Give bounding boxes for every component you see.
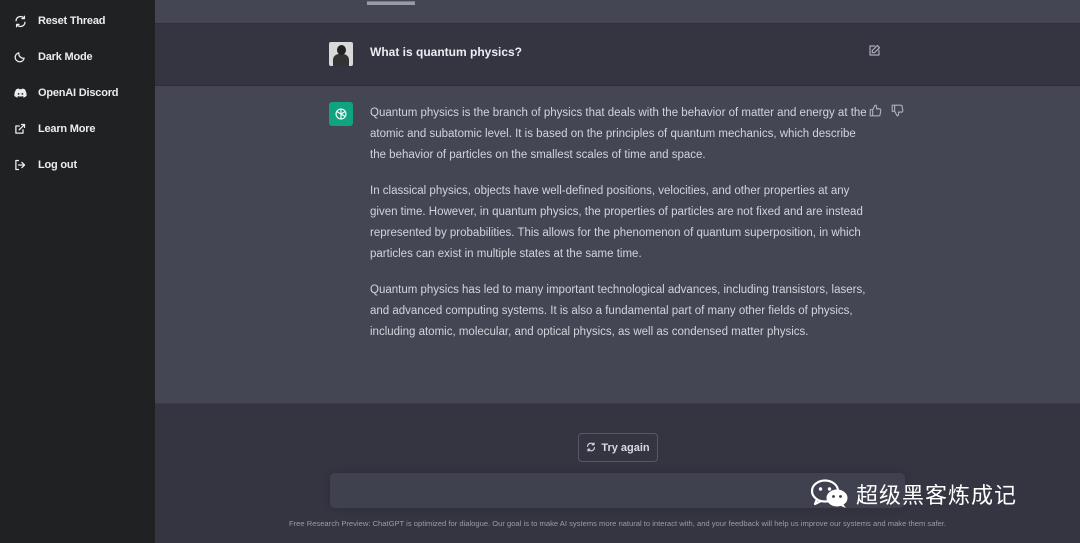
- user-avatar: [329, 42, 353, 66]
- user-message-row: What is quantum physics?: [155, 24, 1080, 86]
- sidebar-item-learn-more[interactable]: Learn More: [13, 119, 95, 139]
- wechat-logo-icon: [810, 478, 850, 510]
- thumbs-down-icon[interactable]: [891, 104, 904, 117]
- sidebar-item-openai-discord[interactable]: OpenAI Discord: [13, 83, 119, 103]
- watermark-text: 超级黑客炼成记: [856, 484, 1018, 509]
- sidebar-item-log-out[interactable]: Log out: [13, 155, 77, 175]
- chat-main: ▬▬▬▬ What is quantum physics? Quantum ph…: [155, 0, 1080, 543]
- footer-disclaimer: Free Research Preview: ChatGPT is optimi…: [288, 519, 946, 528]
- refresh-icon: [586, 439, 596, 457]
- user-message-text: What is quantum physics?: [370, 45, 523, 59]
- previous-message-peek: ▬▬▬▬: [367, 0, 415, 8]
- external-link-icon: [13, 122, 27, 136]
- assistant-message-text: Quantum physics is the branch of physics…: [370, 103, 870, 358]
- try-again-button[interactable]: Try again: [578, 433, 658, 462]
- discord-icon: [13, 86, 27, 100]
- sidebar-item-label: Reset Thread: [38, 15, 106, 27]
- assistant-paragraph: Quantum physics is the branch of physics…: [370, 107, 867, 161]
- sidebar-item-label: Dark Mode: [38, 51, 93, 63]
- sidebar-item-label: Log out: [38, 159, 77, 171]
- assistant-paragraph: Quantum physics has led to many importan…: [370, 284, 866, 338]
- refresh-icon: [13, 14, 27, 28]
- openai-logo-icon: [329, 102, 353, 126]
- moon-icon: [13, 50, 27, 64]
- logout-icon: [13, 158, 27, 172]
- sidebar-item-reset-thread[interactable]: Reset Thread: [13, 11, 105, 31]
- sidebar-item-dark-mode[interactable]: Dark Mode: [13, 47, 93, 67]
- sidebar-item-label: OpenAI Discord: [38, 87, 119, 99]
- assistant-message-row: Quantum physics is the branch of physics…: [155, 86, 1080, 404]
- watermark: 超级黑客炼成记: [810, 477, 1017, 511]
- thumbs-up-icon[interactable]: [869, 104, 882, 117]
- sidebar-item-label: Learn More: [38, 123, 96, 135]
- edit-icon[interactable]: [868, 44, 882, 58]
- sidebar: Reset Thread Dark Mode OpenAI Discord Le…: [0, 0, 155, 543]
- previous-message-row: ▬▬▬▬: [155, 0, 1080, 24]
- try-again-label: Try again: [601, 441, 650, 454]
- assistant-paragraph: In classical physics, objects have well-…: [370, 185, 863, 260]
